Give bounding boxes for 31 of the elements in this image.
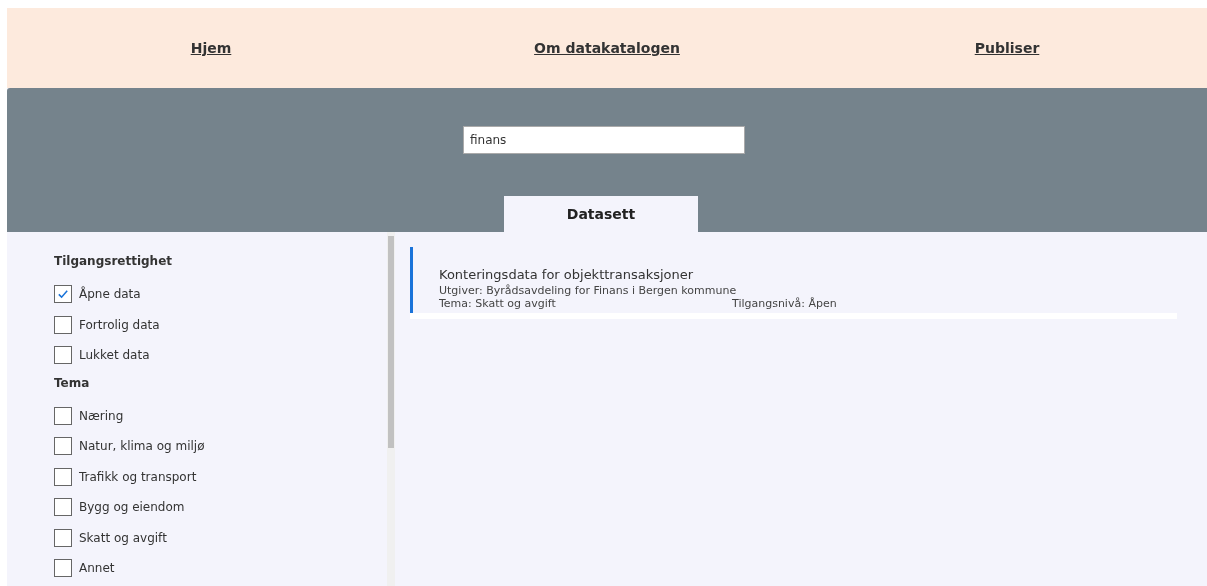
checkbox[interactable] — [54, 559, 72, 577]
result-theme: Tema: Skatt og avgift — [439, 297, 557, 310]
scrollbar[interactable] — [387, 232, 395, 586]
checkbox[interactable] — [54, 285, 72, 303]
checkbox[interactable] — [54, 437, 72, 455]
search-field[interactable]: finans — [463, 126, 745, 154]
checkbox-label: Skatt og avgift — [79, 530, 167, 545]
checkbox[interactable] — [54, 315, 72, 334]
checkbox-label: Fortrolig data — [79, 317, 160, 332]
filter-heading: Tilgangsrettighet — [54, 254, 174, 270]
checkbox[interactable] — [54, 467, 72, 486]
checkbox[interactable] — [54, 528, 72, 547]
filter-heading: Tema — [54, 375, 91, 392]
checkbox[interactable] — [54, 406, 72, 425]
result-publisher: Utgiver: Byrådsavdeling for Finans i Bergen kommune — [439, 284, 738, 297]
checkbox-label: Åpne data — [79, 287, 141, 301]
checkbox[interactable] — [54, 346, 72, 364]
tab[interactable]: Datasett — [504, 196, 698, 232]
checkbox-label: Næring — [79, 408, 124, 423]
checkbox-label: Bygg og eiendom — [79, 500, 185, 514]
result-access: Tilgangsnivå: Åpen — [732, 297, 837, 310]
checkbox[interactable] — [54, 498, 72, 516]
checkbox-label: Annet — [79, 561, 115, 575]
checkbox-label: Trafikk og transport — [79, 469, 197, 484]
nav-link[interactable]: Om datakatalogen — [534, 40, 680, 56]
checkmark-icon — [56, 287, 70, 301]
result-title: Konteringsdata for objekttransaksjoner — [439, 267, 695, 282]
nav-link[interactable]: Hjem — [190, 40, 232, 56]
checkbox-label: Natur, klima og miljø — [79, 439, 205, 453]
checkbox-label: Lukket data — [79, 348, 150, 362]
nav-link[interactable]: Publiser — [974, 40, 1040, 56]
